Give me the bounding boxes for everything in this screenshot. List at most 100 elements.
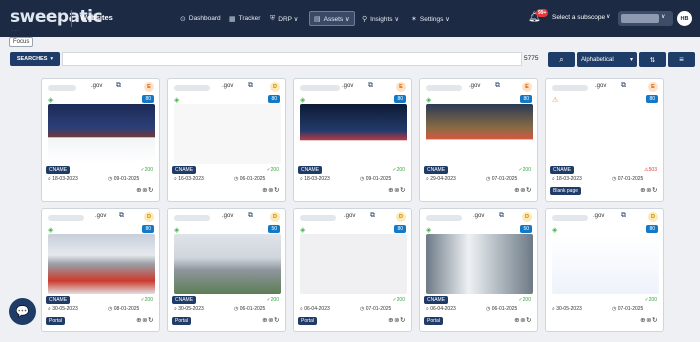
external-link-icon[interactable]: ⧉ — [621, 212, 626, 220]
cname-tag[interactable]: CNAME — [172, 296, 197, 304]
last-seen-date: ◷ 08-01-2025 — [108, 306, 140, 312]
category-tag[interactable]: Portal — [172, 317, 192, 325]
nav-dashboard[interactable]: ⊙ Dashboard — [176, 11, 225, 26]
nav-tracker[interactable]: ▦ Tracker — [225, 11, 264, 26]
website-card[interactable]: .gov ⧉ D 50 ◈ CNAME ✓200 ⌕ 30-05-2023 ◷ 06-01-20… — [167, 208, 286, 332]
website-screenshot[interactable] — [300, 104, 407, 164]
cname-tag[interactable]: CNAME — [424, 296, 449, 304]
subscope-select[interactable]: Select a subscope — [552, 14, 605, 21]
website-screenshot[interactable] — [174, 104, 281, 164]
domain-name[interactable]: .gov — [469, 83, 480, 89]
domain-name[interactable]: .gov — [222, 213, 233, 219]
domain-name[interactable]: .gov — [222, 83, 233, 89]
website-card[interactable]: .gov ⧉ D 80 ◈ ✓200 ⌕ 06-04-2023 ◷ 07-01-2025 Por… — [293, 208, 412, 332]
card-actions[interactable]: ⊕⊚↻ — [640, 186, 658, 194]
website-card[interactable]: .gov ⧉ E 80 ⚠ CNAME ⚠503 ⌕ 18-03-2023 ◷ 07-01-20… — [545, 78, 664, 202]
website-card[interactable]: .gov ⧉ E 80 ◈ CNAME ✓200 ⌕ 18-03-2023 ◷ 09-01-20… — [41, 78, 160, 202]
website-screenshot[interactable] — [552, 234, 659, 294]
refresh-icon[interactable]: ↻ — [274, 187, 280, 194]
refresh-icon[interactable]: ↻ — [526, 317, 532, 324]
nav-assets[interactable]: ▤ Assets ∨ — [309, 11, 355, 26]
category-tag[interactable]: Portal — [424, 317, 444, 325]
external-link-icon[interactable]: ⧉ — [119, 212, 124, 220]
status-ok-icon: ◈ — [426, 227, 432, 234]
card-actions[interactable]: ⊕⊚↻ — [514, 186, 532, 194]
card-actions[interactable]: ⊕⊚↻ — [388, 316, 406, 324]
card-actions[interactable]: ⊕⊚↻ — [388, 186, 406, 194]
external-link-icon[interactable]: ⧉ — [116, 82, 121, 90]
card-actions[interactable]: ⊕⊚↻ — [136, 316, 154, 324]
cname-tag[interactable]: CNAME — [172, 166, 197, 174]
website-screenshot[interactable] — [48, 104, 155, 164]
website-card[interactable]: .gov ⧉ D 80 ◈ CNAME ✓200 ⌕ 16-03-2023 ◷ 06-01-20… — [167, 78, 286, 202]
nav-drp[interactable]: ⛨ DRP ∨ — [266, 11, 302, 26]
domain-name[interactable]: .gov — [91, 83, 102, 89]
http-status: ✓200 — [140, 167, 153, 173]
cname-tag[interactable]: CNAME — [424, 166, 449, 174]
cname-tag[interactable]: CNAME — [46, 296, 71, 304]
website-screenshot[interactable] — [426, 234, 533, 294]
domain-name[interactable]: .gov — [473, 213, 484, 219]
last-seen-date: ◷ 09-01-2025 — [360, 176, 392, 182]
card-actions[interactable]: ⊕⊚↻ — [640, 316, 658, 324]
focus-button[interactable]: Focus — [9, 37, 34, 47]
website-screenshot[interactable] — [552, 104, 659, 164]
nav-settings[interactable]: ✶ Settings ∨ — [407, 11, 454, 26]
refresh-icon[interactable]: ↻ — [148, 317, 154, 324]
refresh-icon[interactable]: ↻ — [652, 187, 658, 194]
card-actions[interactable]: ⊕⊚↻ — [136, 186, 154, 194]
external-link-icon[interactable]: ⧉ — [495, 82, 500, 90]
external-link-icon[interactable]: ⧉ — [248, 212, 253, 220]
domain-name[interactable]: .gov — [593, 213, 604, 219]
website-screenshot[interactable] — [174, 234, 281, 294]
external-link-icon[interactable]: ⧉ — [370, 212, 375, 220]
external-link-icon[interactable]: ⧉ — [248, 82, 253, 90]
external-link-icon[interactable]: ⧉ — [368, 82, 373, 90]
sort-select[interactable]: Alphabetical ▾ — [577, 52, 637, 67]
refresh-icon[interactable]: ↻ — [400, 187, 406, 194]
category-tag[interactable]: Portal — [298, 317, 318, 325]
last-seen-date: ◷ 07-01-2025 — [360, 306, 392, 312]
cname-tag[interactable]: CNAME — [46, 166, 71, 174]
searches-button[interactable]: SEARCHES ▾ — [10, 52, 60, 66]
score-badge: 50 — [268, 225, 280, 233]
category-tag[interactable]: Blank page — [550, 187, 582, 195]
avatar[interactable]: HB — [677, 11, 692, 26]
website-card[interactable]: .gov ⧉ D 50 ◈ CNAME ✓200 ⌕ 06-04-2023 ◷ 06-01-20… — [419, 208, 538, 332]
warning-icon: ⚠ — [552, 97, 559, 104]
website-card[interactable]: .gov ⧉ E 80 ◈ CNAME ✓200 ⌕ 18-03-2023 ◷ 09-01-20… — [293, 78, 412, 202]
website-screenshot[interactable] — [300, 234, 407, 294]
website-card[interactable]: .gov ⧉ D 80 ◈ CNAME ✓200 ⌕ 30-05-2023 ◷ 08-01-20… — [41, 208, 160, 332]
http-status: ✓200 — [518, 167, 531, 173]
domain-name[interactable]: .gov — [342, 83, 353, 89]
first-seen-value: 18-03-2023 — [556, 176, 582, 182]
refresh-icon[interactable]: ↻ — [400, 317, 406, 324]
search-button[interactable]: ⌕ — [548, 52, 575, 67]
category-tag[interactable]: Portal — [46, 317, 66, 325]
chevron-down-icon[interactable]: ∨ — [606, 13, 610, 20]
website-screenshot[interactable] — [48, 234, 155, 294]
view-menu-button[interactable]: ≡ — [668, 52, 695, 67]
cname-tag[interactable]: CNAME — [298, 166, 323, 174]
external-link-icon[interactable]: ⧉ — [499, 212, 504, 220]
website-screenshot[interactable] — [426, 104, 533, 164]
cname-tag[interactable]: CNAME — [550, 166, 575, 174]
refresh-icon[interactable]: ↻ — [274, 317, 280, 324]
nav-insights[interactable]: ⚲ Insights ∨ — [358, 11, 403, 26]
domain-name[interactable]: .gov — [344, 213, 355, 219]
website-card[interactable]: .gov ⧉ D 80 ◈ ✓200 ⌕ 30-05-2023 ◷ 07-01-2025 ⊕⊚↻ — [545, 208, 664, 332]
search-input[interactable] — [62, 52, 522, 66]
refresh-icon[interactable]: ↻ — [526, 187, 532, 194]
chevron-down-icon[interactable]: ∨ — [661, 13, 665, 20]
domain-name[interactable]: .gov — [595, 83, 606, 89]
refresh-icon[interactable]: ↻ — [148, 187, 154, 194]
card-actions[interactable]: ⊕⊚↻ — [514, 316, 532, 324]
refresh-icon[interactable]: ↻ — [652, 317, 658, 324]
website-card[interactable]: .gov ⧉ E 80 ◈ CNAME ✓200 ⌕ 29-04-2023 ◷ 07-01-20… — [419, 78, 538, 202]
external-link-icon[interactable]: ⧉ — [621, 82, 626, 90]
card-actions[interactable]: ⊕⊚↻ — [262, 186, 280, 194]
sort-direction-button[interactable]: ⇅ — [639, 52, 666, 67]
domain-name[interactable]: .gov — [95, 213, 106, 219]
card-actions[interactable]: ⊕⊚↻ — [262, 316, 280, 324]
chat-button[interactable]: 💬 — [9, 298, 36, 325]
